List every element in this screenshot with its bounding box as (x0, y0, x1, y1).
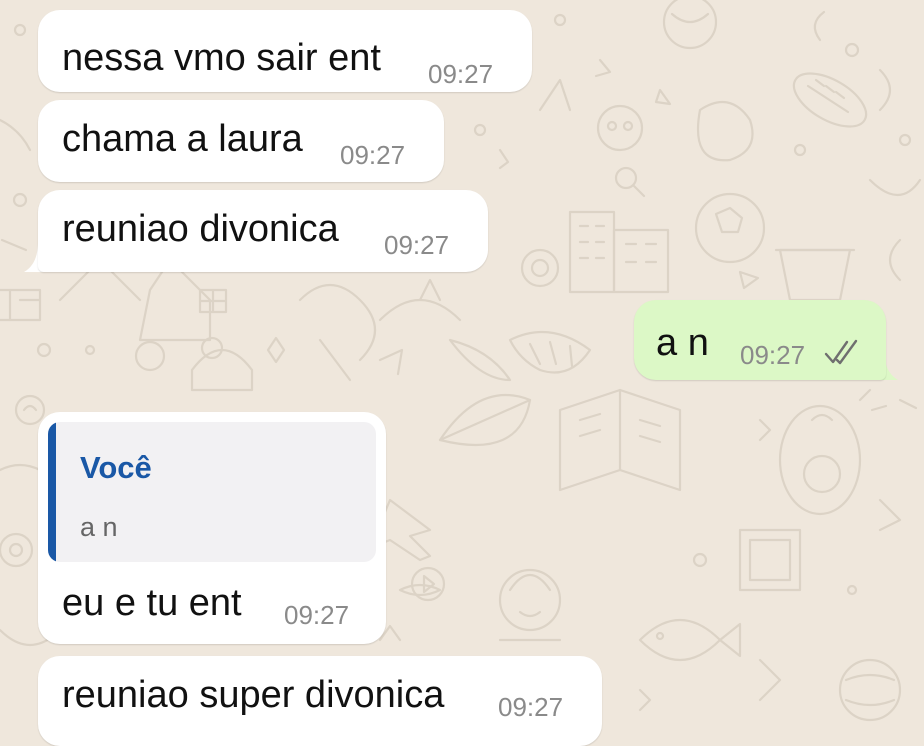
message-time: 09:27 (428, 59, 494, 89)
message-text: reuniao super divonica (62, 674, 445, 716)
message-bubble-incoming-reply[interactable]: Você a n eu e tu ent 09:27 (38, 412, 386, 644)
message-text: chama a laura (62, 118, 303, 160)
quoted-message[interactable]: Você a n (48, 422, 376, 562)
quoted-author: Você (80, 450, 152, 485)
message-text: a n (656, 322, 709, 364)
message-time: 09:27 (498, 692, 564, 722)
message-text: eu e tu ent (62, 582, 242, 624)
message-time: 09:27 (740, 340, 806, 370)
message-time: 09:27 (384, 230, 450, 260)
message-bubble-incoming[interactable]: chama a laura 09:27 (38, 100, 444, 182)
quote-accent-bar (48, 422, 56, 562)
quoted-text: a n (80, 512, 118, 542)
message-text: reuniao divonica (62, 208, 339, 250)
message-time: 09:27 (340, 140, 406, 170)
message-bubble-incoming[interactable]: reuniao divonica 09:27 (38, 190, 488, 272)
message-bubble-incoming[interactable]: nessa vmo sair ent 09:27 (38, 10, 532, 92)
message-text: nessa vmo sair ent (62, 37, 381, 79)
double-check-icon (824, 339, 858, 365)
message-bubble-incoming[interactable]: reuniao super divonica 09:27 (38, 656, 602, 746)
message-bubble-outgoing[interactable]: a n 09:27 (634, 300, 886, 380)
message-time: 09:27 (284, 600, 350, 630)
